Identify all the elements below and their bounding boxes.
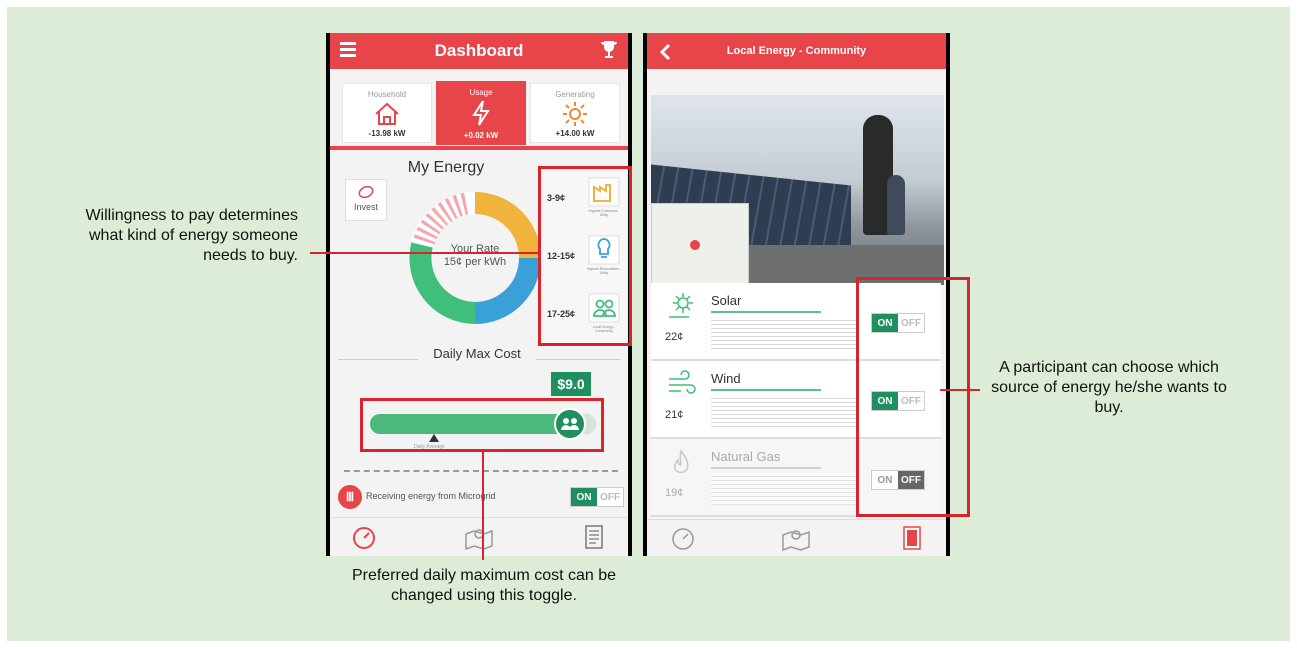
source-choice-callout: A participant can choose which source of… <box>991 359 1227 416</box>
invest-button[interactable]: Invest <box>345 179 387 221</box>
dashboard-title: Dashboard <box>434 41 524 60</box>
tab-usage[interactable]: Usage +0.02 kW <box>436 81 526 145</box>
my-energy-title: My Energy <box>407 159 485 176</box>
solar-underline <box>711 311 821 313</box>
gauge-icon[interactable] <box>352 526 376 550</box>
community-photo <box>651 95 944 285</box>
willingness-connector <box>310 252 540 254</box>
map-icon[interactable] <box>781 527 811 551</box>
dashed-divider <box>344 470 618 472</box>
rate-value: 15¢ per kWh <box>443 256 507 268</box>
daily-max-cost-title: Daily Max Cost <box>418 346 536 361</box>
house-icon <box>375 102 399 125</box>
slider-highlight <box>360 398 604 452</box>
coin-icon <box>358 185 374 199</box>
source-choice-connector <box>940 389 980 391</box>
trophy-icon[interactable] <box>600 39 618 61</box>
map-thumbnail <box>651 203 749 285</box>
natural-gas-underline <box>711 467 821 469</box>
document-icon[interactable] <box>903 526 921 550</box>
microgrid-toggle[interactable]: ON OFF <box>570 487 624 507</box>
map-icon[interactable] <box>464 526 494 550</box>
sun-icon <box>563 102 587 126</box>
local-energy-header: Local Energy - Community <box>647 33 946 69</box>
wind-description <box>711 395 859 427</box>
document-icon[interactable] <box>585 525 603 549</box>
price-tier-highlight <box>538 166 632 346</box>
daily-max-value-badge: $9.0 <box>551 372 591 396</box>
willingness-callout: Willingness to pay determines what kind … <box>85 207 298 264</box>
child-silhouette <box>887 175 905 235</box>
tab-household[interactable]: Household -13.98 kW <box>342 83 432 143</box>
tab-generating[interactable]: Generating +14.00 kW <box>530 83 620 143</box>
daily-cost-callout: Preferred daily maximum cost can be chan… <box>351 567 617 604</box>
flame-icon <box>674 449 689 474</box>
microgrid-row: Ⅲ Receiving energy from Microgrid ON OFF <box>330 479 628 515</box>
gauge-icon[interactable] <box>671 527 695 551</box>
wind-icon <box>669 370 696 394</box>
natural-gas-description <box>711 473 859 505</box>
tabs-divider <box>330 146 628 150</box>
wind-underline <box>711 389 821 391</box>
bottom-nav <box>330 517 628 556</box>
bottom-nav <box>647 519 946 556</box>
dashboard-header: Dashboard <box>330 33 628 69</box>
microgrid-label: Receiving energy from Microgrid <box>366 491 496 501</box>
local-energy-title: Local Energy - Community <box>726 45 867 57</box>
sun-icon <box>669 293 693 318</box>
lightning-icon <box>472 100 490 126</box>
map-pin-icon <box>690 240 700 250</box>
toggle-highlight <box>856 277 970 517</box>
daily-cost-connector <box>482 452 484 560</box>
microgrid-icon: Ⅲ <box>338 485 362 509</box>
solar-description <box>711 317 859 349</box>
